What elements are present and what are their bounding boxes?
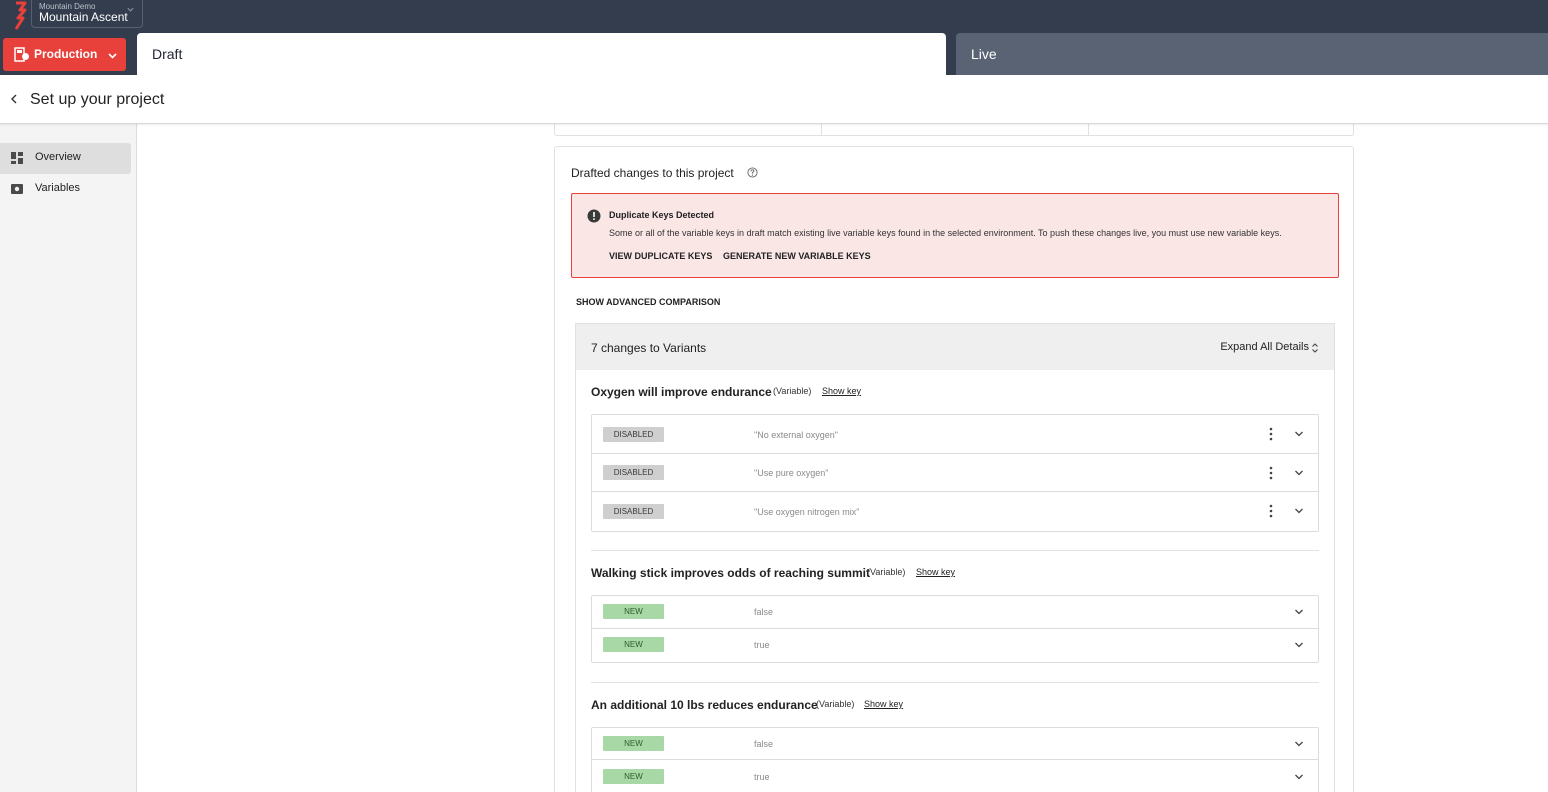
tab-live[interactable]: Live [956,33,1548,75]
variant-list: NEW false NEW true [591,727,1319,792]
sort-chevrons-icon [1312,343,1318,353]
duplicate-keys-alert: Duplicate Keys Detected Some or all of t… [571,193,1339,278]
variant-row[interactable]: NEW false [592,596,1318,629]
variant-row[interactable]: NEW true [592,629,1318,662]
more-options-icon[interactable] [1267,504,1275,518]
environment-bar: Production Draft Live [0,33,1548,75]
variant-value: true [754,640,770,650]
status-badge: DISABLED [603,427,664,442]
changes-title: 7 changes to Variants [591,341,707,355]
chevron-down-icon[interactable] [1294,607,1304,617]
variant-row[interactable]: DISABLED "No external oxygen" [592,415,1318,454]
chevron-down-icon[interactable] [1294,772,1304,782]
chevron-down-icon[interactable] [1294,429,1304,439]
variant-list: DISABLED "No external oxygen" DISABLED "… [591,414,1319,532]
page-header: Set up your project [0,75,1548,124]
more-options-icon[interactable] [1267,466,1275,480]
divider [1088,124,1089,135]
chevron-down-icon[interactable] [1294,739,1304,749]
status-badge: DISABLED [603,465,664,480]
variable-tag: (Variable) [773,386,812,396]
chevron-down-icon[interactable] [1294,468,1304,478]
sidebar-item-label: Overview [35,151,81,163]
show-key-link[interactable]: Show key [864,699,903,709]
app-logo-icon [14,1,27,30]
divider [591,682,1319,683]
environment-icon [14,47,29,62]
tab-draft[interactable]: Draft [137,33,946,75]
variant-value: "No external oxygen" [754,430,838,440]
status-badge: NEW [603,769,664,784]
sidebar-item-variables[interactable]: Variables [0,174,131,205]
help-icon[interactable] [747,167,758,178]
variant-value: false [754,607,774,617]
variables-icon [11,184,23,194]
show-key-link[interactable]: Show key [916,567,955,577]
status-badge: NEW [603,604,664,619]
variant-changes-panel: 7 changes to Variants Expand All Details… [575,323,1335,792]
changes-header: 7 changes to Variants Expand All Details [576,324,1334,370]
variant-value: false [754,739,774,749]
section-title: Drafted changes to this project [571,166,734,180]
tab-live-label: Live [971,46,997,62]
variant-row[interactable]: NEW true [592,760,1318,792]
variant-value: "Use pure oxygen" [754,468,829,478]
drafted-changes-card: Drafted changes to this project Duplicat… [554,146,1354,792]
variable-title: Oxygen will improve endurance [591,385,772,399]
page-title: Set up your project [30,91,165,108]
sidebar: Overview Variables [0,124,137,792]
tab-draft-label: Draft [152,46,183,62]
chevron-down-icon[interactable] [1294,506,1304,516]
dashboard-icon [11,152,23,164]
status-badge: NEW [603,736,664,751]
variant-list: NEW false NEW true [591,595,1319,663]
project-switcher[interactable]: Mountain Demo Mountain Ascent [31,0,143,28]
chevron-down-icon[interactable] [1294,640,1304,650]
variant-value: true [754,772,770,782]
expand-all-button[interactable]: Expand All Details [1220,341,1309,353]
variant-row[interactable]: NEW false [592,728,1318,760]
top-bar: Mountain Demo Mountain Ascent [0,0,1548,33]
alert-message: Some or all of the variable keys in draf… [609,228,1282,238]
show-key-link[interactable]: Show key [822,386,861,396]
chevron-down-icon [127,7,134,12]
variable-tag: (Variable) [867,567,906,577]
variable-tag: (Variable) [816,699,855,709]
divider [821,124,822,135]
show-advanced-comparison-button[interactable]: SHOW ADVANCED COMPARISON [576,297,720,307]
variable-title: Walking stick improves odds of reaching … [591,566,870,580]
variant-row[interactable]: DISABLED "Use oxygen nitrogen mix" [592,492,1318,531]
alert-title: Duplicate Keys Detected [609,210,715,220]
environment-label: Production [34,47,98,61]
variant-row[interactable]: DISABLED "Use pure oxygen" [592,454,1318,492]
summary-cards [554,124,1354,136]
environment-selector[interactable]: Production [3,38,126,71]
variable-title: An additional 10 lbs reduces endurance [591,698,818,712]
status-badge: DISABLED [603,504,664,519]
sidebar-item-overview[interactable]: Overview [0,143,131,174]
back-arrow-icon[interactable] [8,92,20,106]
sidebar-item-label: Variables [35,182,81,194]
alert-icon [587,209,601,223]
generate-new-keys-button[interactable]: GENERATE NEW VARIABLE KEYS [723,251,871,261]
more-options-icon[interactable] [1267,427,1275,441]
variant-value: "Use oxygen nitrogen mix" [754,507,860,517]
view-duplicate-keys-button[interactable]: VIEW DUPLICATE KEYS [609,251,712,261]
project-name: Mountain Ascent [39,10,128,24]
chevron-down-icon [108,53,117,59]
status-badge: NEW [603,637,664,652]
divider [591,550,1319,551]
